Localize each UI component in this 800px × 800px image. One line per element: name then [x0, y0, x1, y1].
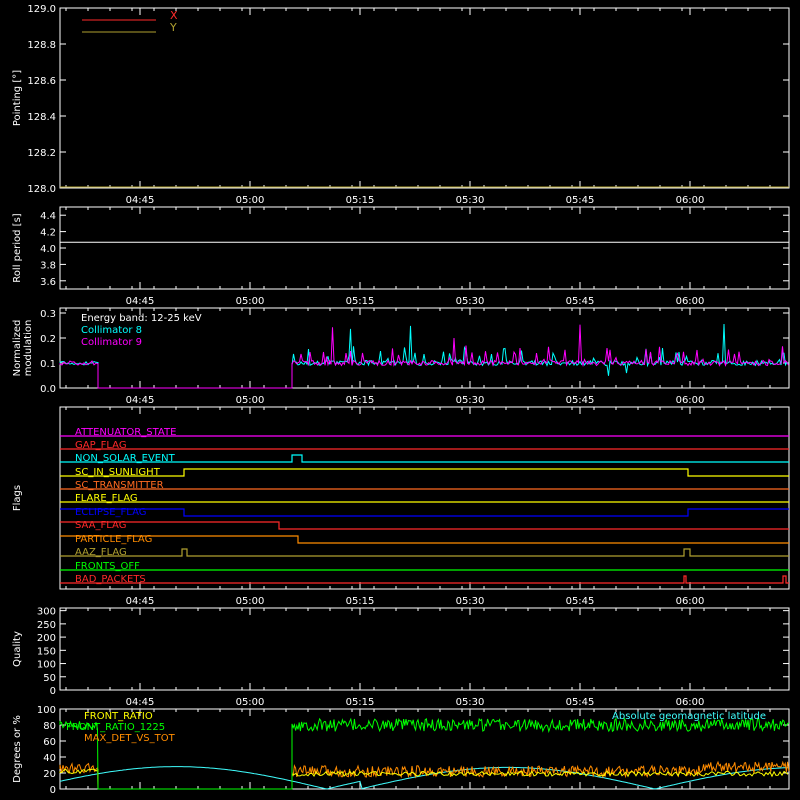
quality-y-tick-label: 50 [43, 673, 56, 684]
roll-y-axis-label: Roll period [s] [12, 213, 23, 282]
flags-time-label: 05:15 [346, 596, 375, 607]
modulation-y-tick-label: 0.3 [40, 309, 56, 320]
flag-label-non-solar-event: NON_SOLAR_EVENT [75, 453, 176, 464]
modulation-y-axis-label: modulation [23, 320, 34, 377]
flags-time-label: 05:00 [236, 596, 265, 607]
flags-y-axis-label: Flags [12, 485, 23, 511]
legend-geomagnetic-latitude: Absolute geomagnetic latitude [612, 711, 766, 722]
legend-label-y: Y [169, 21, 177, 34]
quality-time-label: 05:00 [236, 697, 265, 708]
modulation-time-label: 05:45 [566, 395, 595, 406]
legend-collimator-8: Collimator 8 [81, 325, 142, 336]
modulation-y-tick-label: 0.1 [40, 359, 56, 370]
roll-time-label: 06:00 [676, 296, 705, 307]
legend-front-ratio: FRONT_RATIO [84, 711, 153, 722]
pointing-time-label: 05:15 [346, 195, 375, 206]
roll-time-label: 05:45 [566, 296, 595, 307]
modulation-energy-band-annotation: Energy band: 12-25 keV [81, 313, 202, 324]
pointing-time-label: 05:00 [236, 195, 265, 206]
roll-y-tick-label: 4.0 [40, 244, 56, 255]
flags-time-label: 04:45 [126, 596, 155, 607]
hessi-observing-summary-chart: 128.0 128.2 128.4 128.6 128.8 129.0 04:45 05:00… [0, 0, 800, 800]
flag-label-sc-transmitter: SC_TRANSMITTER [75, 480, 164, 491]
pointing-time-label: 04:45 [126, 195, 155, 206]
flag-label-saa-flag: SAA_FLAG [75, 520, 126, 531]
quality-y-tick-label: 150 [37, 646, 56, 657]
pointing-y-tick-label: 129.0 [27, 4, 56, 15]
ratios-y-tick-label: 100 [37, 705, 56, 716]
quality-time-label: 05:30 [456, 697, 485, 708]
ratios-y-tick-label: 60 [43, 737, 56, 748]
flag-label-bad-packets: BAD_PACKETS [75, 574, 146, 585]
roll-y-tick-label: 3.6 [40, 277, 56, 288]
quality-time-label: 06:00 [676, 697, 705, 708]
roll-y-tick-label: 3.8 [40, 260, 56, 271]
pointing-y-axis-label: Pointing [°] [12, 70, 23, 126]
flags-time-label: 06:00 [676, 596, 705, 607]
legend-front-ratio-1225: FRONT_RATIO_1225 [66, 722, 165, 733]
quality-y-tick-label: 100 [37, 660, 56, 671]
roll-time-label: 05:15 [346, 296, 375, 307]
flags-time-label: 05:45 [566, 596, 595, 607]
ratios-y-tick-label: 0 [50, 785, 56, 796]
ratios-y-axis-label: Degrees or % [12, 715, 23, 783]
flag-label-gap-flag: GAP_FLAG [75, 440, 127, 451]
ratios-y-tick-label: 40 [43, 753, 56, 764]
pointing-y-tick-label: 128.8 [27, 40, 56, 51]
quality-time-label: 04:45 [126, 697, 155, 708]
ratios-y-tick-label: 80 [43, 721, 56, 732]
legend-max-det-vs-tot: MAX_DET_VS_TOT [84, 733, 176, 744]
flags-time-label: 05:30 [456, 596, 485, 607]
flag-label-fronts-off: FRONTS_OFF [75, 561, 140, 572]
modulation-time-label: 06:00 [676, 395, 705, 406]
ratios-y-tick-label: 20 [43, 769, 56, 780]
modulation-y-axis-label: Normalized [12, 320, 23, 377]
quality-y-axis-label: Quality [12, 631, 23, 667]
quality-time-label: 05:45 [566, 697, 595, 708]
flag-label-attenuator-state: ATTENUATOR_STATE [75, 427, 176, 438]
quality-y-tick-label: 200 [37, 633, 56, 644]
flag-label-eclipse-flag: ECLIPSE_FLAG [75, 507, 146, 518]
flag-label-particle-flag: PARTICLE_FLAG [75, 534, 152, 545]
flag-label-flare-flag: FLARE_FLAG [75, 493, 138, 504]
roll-time-label: 05:30 [456, 296, 485, 307]
modulation-y-tick-label: 0.0 [40, 384, 56, 395]
quality-y-tick-label: 300 [37, 607, 56, 618]
quality-y-tick-label: 0 [50, 686, 56, 697]
legend-collimator-9: Collimator 9 [81, 337, 142, 348]
modulation-y-tick-label: 0.2 [40, 334, 56, 345]
pointing-y-tick-label: 128.2 [27, 148, 56, 159]
pointing-y-tick-label: 128.4 [27, 112, 56, 123]
modulation-time-label: 05:00 [236, 395, 265, 406]
quality-y-tick-label: 250 [37, 620, 56, 631]
roll-time-label: 05:00 [236, 296, 265, 307]
quality-time-label: 05:15 [346, 697, 375, 708]
modulation-time-label: 05:15 [346, 395, 375, 406]
flag-label-aaz-flag: AAZ_FLAG [75, 547, 127, 558]
roll-y-tick-label: 4.2 [40, 228, 56, 239]
pointing-y-tick-label: 128.6 [27, 76, 56, 87]
roll-y-tick-label: 4.4 [40, 211, 56, 222]
pointing-time-label: 05:30 [456, 195, 485, 206]
modulation-time-label: 05:30 [456, 395, 485, 406]
pointing-time-label: 05:45 [566, 195, 595, 206]
pointing-y-tick-label: 128.0 [27, 184, 56, 195]
modulation-time-label: 04:45 [126, 395, 155, 406]
roll-time-label: 04:45 [126, 296, 155, 307]
flag-label-sc-in-sunlight: SC_IN_SUNLIGHT [75, 467, 161, 478]
pointing-time-label: 06:00 [676, 195, 705, 206]
